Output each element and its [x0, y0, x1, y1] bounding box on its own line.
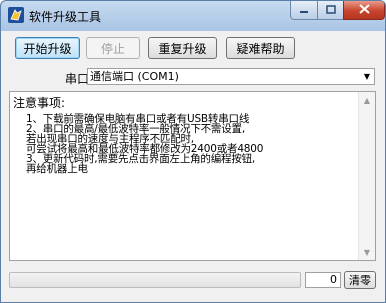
minimize-button[interactable] [290, 1, 318, 20]
window-title: 软件升级工具 [29, 10, 102, 24]
repeat-upgrade-button[interactable]: 重复升级 [148, 37, 217, 59]
status-bar: 0 清零 [7, 271, 379, 291]
notes-textarea[interactable]: 注意事项: 1、下载前需确保电脑有串口或者有USB转串口线 2、串口的最高/最低… [9, 91, 376, 261]
scroll-up-icon[interactable]: ▲ [359, 92, 375, 108]
client-area: 开始升级 停止 重复升级 疑难帮助 串口 通信端口 (COM1) ▼ 注意事项:… [7, 31, 379, 296]
clear-button[interactable]: 清零 [344, 271, 376, 289]
app-icon [8, 7, 24, 23]
minimize-icon [299, 3, 309, 17]
upgrade-progress-bar [9, 272, 301, 288]
close-icon [358, 3, 370, 17]
port-selected-value: 通信端口 (COM1) [90, 70, 179, 83]
count-field: 0 [305, 272, 341, 288]
note-line: 再给机器上电 [26, 163, 88, 175]
port-label: 串口 [65, 72, 90, 86]
maximize-icon [325, 3, 336, 17]
close-button[interactable] [343, 1, 385, 20]
stop-button: 停止 [86, 37, 140, 59]
app-window: 软件升级工具 开始升级 停止 重复升级 疑难帮助 串口 通信端口 (COM1) … [0, 0, 386, 303]
notes-list: 1、下载前需确保电脑有串口或者有USB转串口线 2、串口的最高/最低波特率一般情… [26, 114, 356, 175]
notes-title: 注意事项: [13, 96, 66, 110]
port-select[interactable]: 通信端口 (COM1) ▼ [87, 68, 375, 85]
start-upgrade-button[interactable]: 开始升级 [15, 37, 80, 59]
dropdown-arrow-icon[interactable]: ▼ [362, 69, 372, 84]
scroll-down-icon[interactable]: ▼ [359, 244, 375, 260]
title-bar[interactable]: 软件升级工具 [1, 1, 385, 31]
help-button[interactable]: 疑难帮助 [226, 37, 295, 59]
maximize-button[interactable] [317, 1, 344, 20]
vertical-scrollbar[interactable]: ▲ ▼ [358, 92, 375, 260]
